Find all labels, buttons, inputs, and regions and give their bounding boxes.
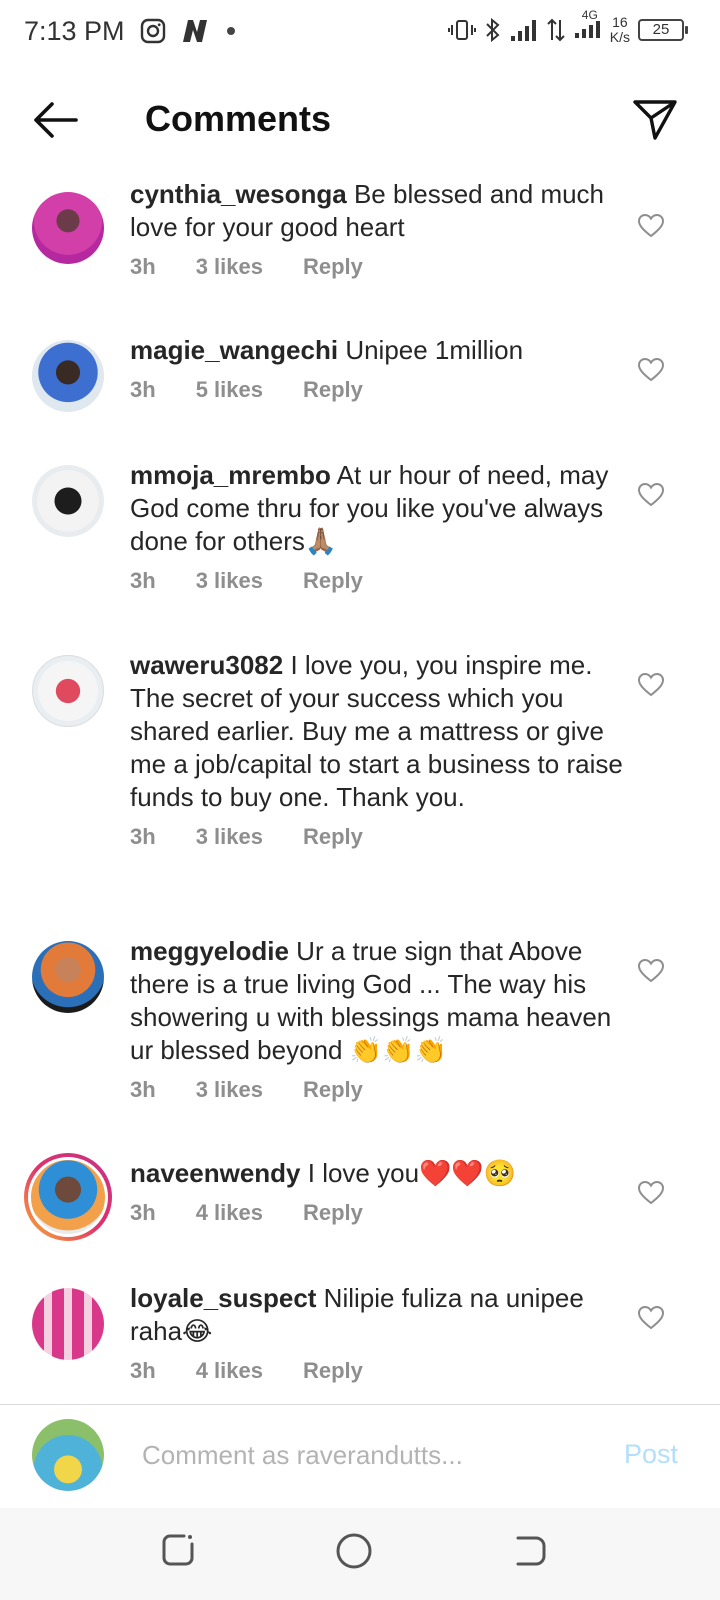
reply-button[interactable]: Reply — [303, 254, 363, 280]
comment-item: waweru3082 I love you, you inspire me. T… — [0, 649, 720, 850]
heart-icon[interactable] — [638, 483, 664, 507]
comment-text: mmoja_mrembo At ur hour of need, may God… — [130, 459, 630, 558]
heart-icon[interactable] — [638, 673, 664, 697]
comment-likes[interactable]: 5 likes — [196, 377, 263, 403]
home-icon[interactable] — [333, 1530, 375, 1572]
comment-meta: 3h 4 likes Reply — [130, 1358, 630, 1384]
comment-composer: Post — [0, 1404, 720, 1508]
reply-button[interactable]: Reply — [303, 377, 363, 403]
notification-n-icon — [183, 20, 207, 42]
comment-item: naveenwendy I love you❤️❤️🥺 3h 4 likes R… — [0, 1153, 720, 1241]
comment-username[interactable]: mmoja_mrembo — [130, 460, 331, 490]
avatar — [28, 1157, 108, 1237]
comment-username[interactable]: magie_wangechi — [130, 335, 338, 365]
comment-username[interactable]: loyale_suspect — [130, 1283, 316, 1313]
comment-likes[interactable]: 3 likes — [196, 1077, 263, 1103]
comment-likes[interactable]: 3 likes — [196, 568, 263, 594]
avatar[interactable] — [32, 1288, 104, 1360]
system-nav-bar — [0, 1508, 720, 1600]
avatar[interactable] — [32, 192, 104, 264]
comment-time: 3h — [130, 824, 156, 849]
heart-icon[interactable] — [638, 1181, 664, 1205]
header: Comments — [0, 80, 720, 160]
avatar[interactable] — [32, 465, 104, 537]
bluetooth-icon — [486, 17, 500, 42]
comment-meta: 3h 4 likes Reply — [130, 1200, 630, 1226]
post-button[interactable]: Post — [624, 1439, 678, 1470]
comment-username[interactable]: waweru3082 — [130, 650, 283, 680]
battery-level: 25 — [652, 20, 670, 38]
comment-time: 3h — [130, 377, 156, 402]
comment-item: mmoja_mrembo At ur hour of need, may God… — [0, 459, 720, 594]
status-left-icons — [140, 18, 238, 44]
comment-meta: 3h 3 likes Reply — [130, 568, 630, 594]
comment-text: loyale_suspect Nilipie fuliza na unipee … — [130, 1282, 630, 1348]
comment-text: cynthia_wesonga Be blessed and much love… — [130, 178, 630, 244]
status-right-icons: 4G 16 K/s 25 — [447, 8, 688, 45]
dot-icon — [227, 27, 235, 35]
comment-likes[interactable]: 4 likes — [196, 1358, 263, 1384]
send-icon[interactable] — [630, 94, 680, 144]
avatar[interactable] — [32, 655, 104, 727]
comment-likes[interactable]: 3 likes — [196, 254, 263, 280]
signal-4g-icon: 4G — [574, 8, 602, 45]
comment-username[interactable]: cynthia_wesonga — [130, 179, 347, 209]
data-arrows-icon — [547, 18, 565, 41]
comment-time: 3h — [130, 1200, 156, 1225]
reply-button[interactable]: Reply — [303, 568, 363, 594]
page-title: Comments — [145, 98, 332, 139]
comment-time: 3h — [130, 1358, 156, 1383]
status-time: 7:13 PM — [24, 16, 125, 46]
comment-input[interactable] — [142, 1433, 582, 1477]
signal-icon — [510, 19, 536, 41]
reply-button[interactable]: Reply — [303, 1077, 363, 1103]
heart-icon[interactable] — [638, 1306, 664, 1330]
network-type: 4G — [581, 8, 598, 22]
comment-item: meggyelodie Ur a true sign that Above th… — [0, 935, 720, 1103]
back-nav-icon[interactable] — [510, 1530, 550, 1570]
net-speed-unit: K/s — [609, 28, 630, 45]
comment-meta: 3h 3 likes Reply — [130, 1077, 630, 1103]
comment-username[interactable]: meggyelodie — [130, 936, 289, 966]
comment-meta: 3h 5 likes Reply — [130, 377, 630, 403]
heart-icon[interactable] — [638, 214, 664, 238]
comment-likes[interactable]: 4 likes — [196, 1200, 263, 1226]
net-speed-value: 16 — [612, 13, 628, 30]
comment-username[interactable]: naveenwendy — [130, 1158, 301, 1188]
net-speed: 16 K/s — [609, 13, 630, 45]
reply-button[interactable]: Reply — [303, 1358, 363, 1384]
avatar[interactable] — [32, 941, 104, 1013]
avatar-story-ring[interactable] — [24, 1153, 112, 1241]
comment-likes[interactable]: 3 likes — [196, 824, 263, 850]
recents-icon[interactable] — [158, 1530, 198, 1570]
comment-meta: 3h 3 likes Reply — [130, 254, 630, 280]
comment-time: 3h — [130, 1077, 156, 1102]
comments-list[interactable]: cynthia_wesonga Be blessed and much love… — [0, 166, 720, 1404]
comment-text: naveenwendy I love you❤️❤️🥺 — [130, 1157, 630, 1190]
back-arrow-icon[interactable] — [28, 98, 80, 142]
comment-time: 3h — [130, 254, 156, 279]
comment-item: loyale_suspect Nilipie fuliza na unipee … — [0, 1282, 720, 1384]
comment-meta: 3h 3 likes Reply — [130, 824, 630, 850]
heart-icon[interactable] — [638, 959, 664, 983]
reply-button[interactable]: Reply — [303, 824, 363, 850]
avatar[interactable] — [32, 340, 104, 412]
heart-icon[interactable] — [638, 358, 664, 382]
comment-text: waweru3082 I love you, you inspire me. T… — [130, 649, 630, 814]
comment-body: I love you❤️❤️🥺 — [307, 1158, 517, 1188]
reply-button[interactable]: Reply — [303, 1200, 363, 1226]
comment-time: 3h — [130, 568, 156, 593]
comment-item: cynthia_wesonga Be blessed and much love… — [0, 178, 720, 280]
comment-body: Unipee 1million — [345, 335, 524, 365]
comment-text: magie_wangechi Unipee 1million — [130, 334, 630, 367]
comment-text: meggyelodie Ur a true sign that Above th… — [130, 935, 630, 1067]
status-bar: 7:13 PM 4G 16 K/s 25 — [0, 0, 720, 64]
instagram-icon — [140, 18, 166, 44]
my-avatar — [32, 1419, 104, 1491]
vibrate-icon — [447, 19, 476, 40]
battery-icon: 25 — [638, 18, 688, 41]
comment-item: magie_wangechi Unipee 1million 3h 5 like… — [0, 334, 720, 412]
